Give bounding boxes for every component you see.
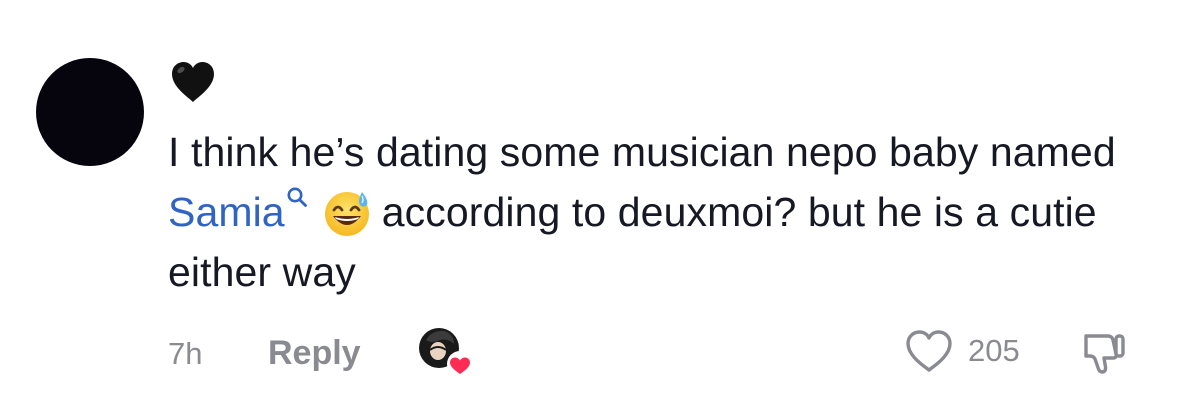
timestamp: 7h [168, 336, 203, 371]
like-count: 205 [968, 333, 1020, 368]
comment-item: I think he’s dating some musician nepo b… [0, 0, 1179, 407]
mention-link[interactable]: Samia [168, 186, 308, 235]
thumbs-down-icon [1084, 334, 1125, 374]
dislike-button[interactable] [1078, 328, 1128, 378]
comment-text: I think he’s dating some musician nepo b… [168, 122, 1158, 302]
comment-text-before-mention: I think he’s dating some musician nepo b… [168, 129, 1116, 175]
avatar[interactable] [36, 58, 144, 166]
grinning-sweat-emoji [322, 188, 372, 238]
reply-button[interactable]: Reply [268, 334, 361, 373]
black-heart-icon [172, 62, 214, 102]
like-button[interactable]: 205 [904, 328, 1020, 374]
heart-outline-icon [906, 330, 952, 372]
mention-name: Samia [168, 189, 285, 235]
search-icon [286, 186, 308, 208]
creator-avatar-heart-icon [418, 326, 474, 380]
username[interactable] [168, 58, 218, 108]
comment-actions: 7h Reply 205 [168, 324, 1158, 382]
